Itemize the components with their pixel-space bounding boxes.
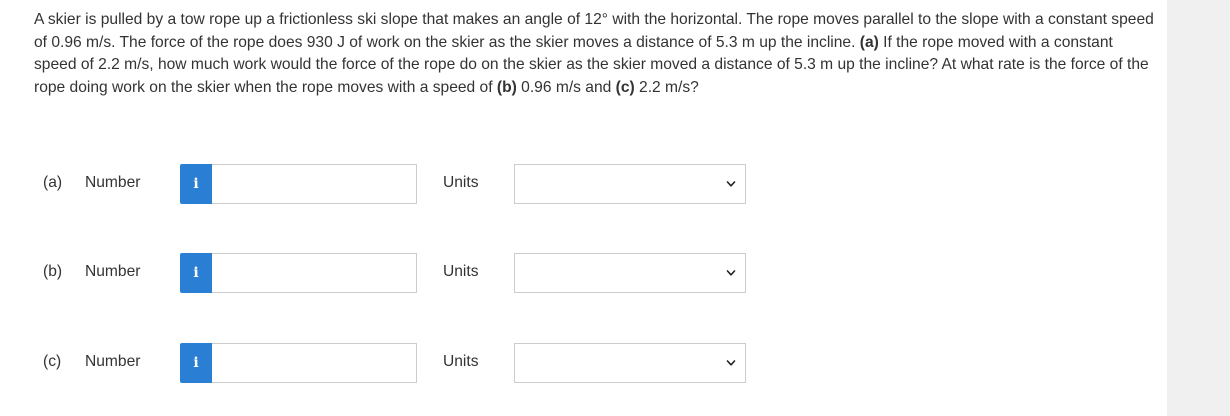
answer-row-b: (b) Number i Units	[0, 253, 1167, 293]
question-text: A skier is pulled by a tow rope up a fri…	[34, 9, 1154, 99]
question-label-b: (b)	[496, 78, 517, 96]
answer-row-a: (a) Number i Units	[0, 164, 1167, 204]
number-label: Number	[85, 174, 141, 191]
part-label: (a)	[43, 174, 63, 191]
question-label-a: (a)	[859, 33, 879, 51]
info-icon[interactable]: i	[180, 164, 212, 204]
question-text-part-4: 2.2 m/s?	[634, 78, 699, 96]
question-panel: A skier is pulled by a tow rope up a fri…	[0, 0, 1167, 416]
info-icon[interactable]: i	[180, 343, 212, 383]
part-label: (b)	[43, 263, 63, 280]
units-label: Units	[443, 174, 479, 191]
info-icon[interactable]: i	[180, 253, 212, 293]
units-label: Units	[443, 353, 479, 370]
answer-label-c: (c) Number	[43, 353, 140, 371]
number-input-c[interactable]	[212, 343, 417, 383]
part-label: (c)	[43, 353, 62, 370]
units-select-a[interactable]	[514, 164, 746, 204]
chevron-down-icon	[726, 360, 736, 366]
chevron-down-icon	[726, 270, 736, 276]
number-input-a[interactable]	[212, 164, 417, 204]
answer-row-c: (c) Number i Units	[0, 343, 1167, 383]
question-text-part-3: 0.96 m/s and	[516, 78, 616, 96]
number-input-b[interactable]	[212, 253, 417, 293]
answer-label-b: (b) Number	[43, 263, 140, 281]
units-select-c[interactable]	[514, 343, 746, 383]
number-label: Number	[85, 353, 141, 370]
chevron-down-icon	[726, 181, 736, 187]
number-label: Number	[85, 263, 141, 280]
question-label-c: (c)	[615, 78, 635, 96]
units-select-b[interactable]	[514, 253, 746, 293]
units-label: Units	[443, 263, 479, 280]
answer-label-a: (a) Number	[43, 174, 140, 192]
